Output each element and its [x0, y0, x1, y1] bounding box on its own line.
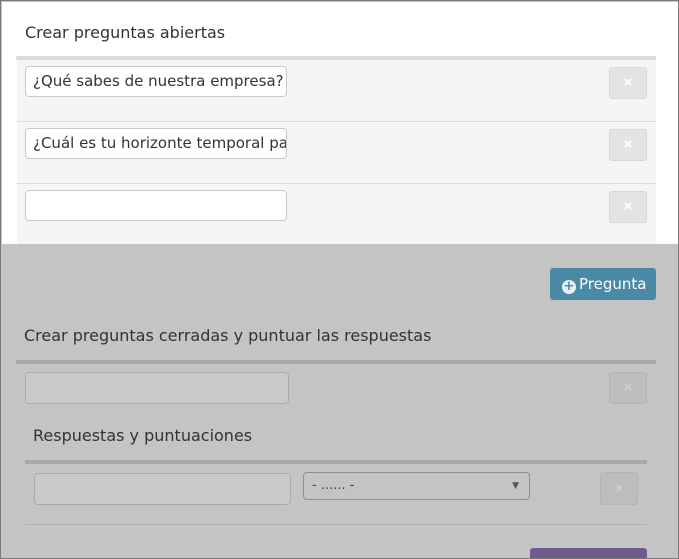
close-icon: ×	[623, 379, 633, 396]
open-question-input[interactable]: ¿Qué sabes de nuestra empresa?	[25, 66, 287, 97]
open-questions-panel: Crear preguntas abiertas ¿Qué sabes de n…	[2, 2, 678, 244]
answers-title: Respuestas y puntuaciones	[33, 426, 253, 445]
remove-question-button[interactable]: ×	[609, 191, 647, 223]
divider	[16, 360, 656, 364]
add-question-label: Pregunta	[579, 275, 647, 293]
plus-circle-icon: +	[562, 279, 576, 294]
add-answer-button[interactable]	[530, 548, 647, 558]
remove-question-button[interactable]: ×	[609, 129, 647, 161]
divider	[25, 524, 647, 525]
remove-closed-question-button[interactable]: ×	[609, 372, 647, 404]
answer-input[interactable]	[34, 473, 291, 505]
remove-answer-button[interactable]: ×	[600, 472, 638, 505]
open-question-row: ×	[17, 184, 656, 244]
score-select[interactable]: - ...... - ▼	[303, 472, 530, 500]
close-icon: ×	[623, 198, 633, 215]
open-question-input[interactable]	[25, 190, 287, 221]
closed-questions-title: Crear preguntas cerradas y puntuar las r…	[24, 326, 432, 345]
caret-down-icon: ▼	[512, 481, 519, 491]
score-select-value: - ...... -	[312, 478, 355, 493]
remove-question-button[interactable]: ×	[609, 67, 647, 99]
open-question-row: ¿Qué sabes de nuestra empresa? ×	[17, 60, 656, 122]
close-icon: ×	[623, 136, 633, 153]
add-question-button[interactable]: + Pregunta	[550, 268, 656, 300]
close-icon: ×	[623, 74, 633, 91]
open-questions-title: Crear preguntas abiertas	[25, 23, 226, 42]
form-window: Crear preguntas abiertas ¿Qué sabes de n…	[0, 0, 679, 559]
divider	[25, 460, 647, 464]
closed-question-input[interactable]	[25, 372, 289, 404]
open-question-input[interactable]: ¿Cuál es tu horizonte temporal para	[25, 128, 287, 159]
open-question-row: ¿Cuál es tu horizonte temporal para ×	[17, 122, 656, 184]
close-icon: ×	[614, 480, 624, 497]
